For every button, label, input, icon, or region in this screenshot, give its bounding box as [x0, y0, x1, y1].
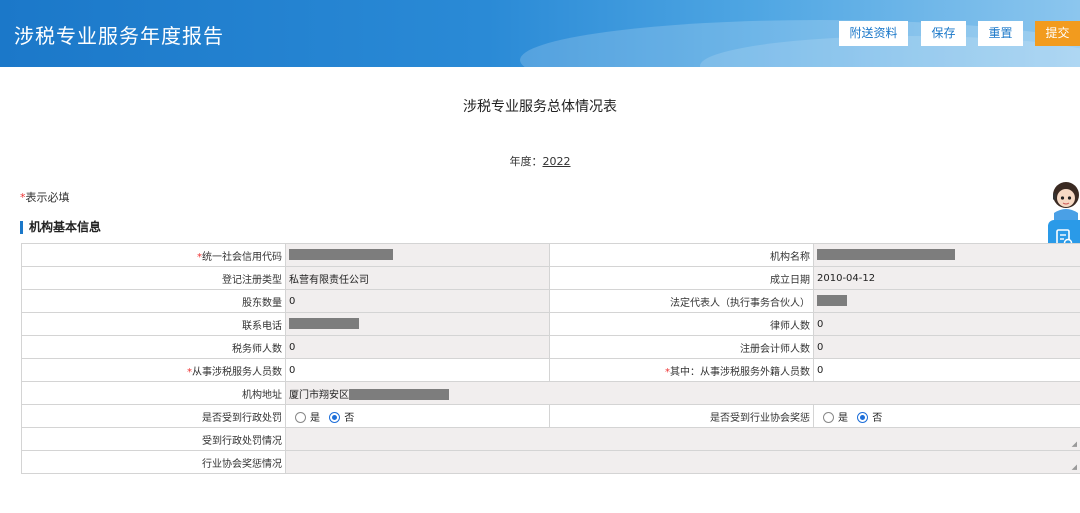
- save-button[interactable]: 保存: [921, 21, 966, 46]
- tax-agents-value: 0: [285, 335, 550, 359]
- table-row: 税务师人数 0 注册会计师人数 0: [21, 335, 1080, 359]
- lawyers-value: 0: [813, 312, 1080, 336]
- penalty-radio-group: 是 否: [285, 404, 550, 428]
- award-yes-radio[interactable]: [823, 412, 834, 423]
- shareholders-label: 股东数量: [21, 289, 286, 313]
- table-row: 受到行政处罚情况 ◢: [21, 427, 1080, 451]
- table-row: 行业协会奖惩情况 ◢: [21, 450, 1080, 474]
- year-label: 年度：: [509, 155, 543, 168]
- award-detail-textarea[interactable]: ◢: [285, 450, 1080, 474]
- penalty-detail-label: 受到行政处罚情况: [21, 427, 286, 451]
- radio-label-yes: 是: [838, 412, 848, 424]
- staff-label: *从事涉税服务人员数: [21, 358, 286, 382]
- reg-type-label: 登记注册类型: [21, 266, 286, 290]
- submit-button[interactable]: 提交: [1035, 21, 1080, 46]
- year-value[interactable]: 2022: [543, 155, 571, 168]
- phone-field[interactable]: [285, 312, 550, 336]
- redacted-value: [349, 389, 449, 400]
- legal-rep-field[interactable]: [813, 289, 1080, 313]
- org-name-field[interactable]: [813, 243, 1080, 267]
- table-row: 联系电话 律师人数 0: [21, 312, 1080, 336]
- resize-handle-icon[interactable]: ◢: [1072, 440, 1077, 448]
- table-row: 登记注册类型 私营有限责任公司 成立日期 2010-04-12: [21, 266, 1080, 290]
- shareholders-value: 0: [285, 289, 550, 313]
- credit-code-field[interactable]: [285, 243, 550, 267]
- foreign-staff-label: *其中：从事涉税服务外籍人员数: [549, 358, 814, 382]
- section-title: 机构基本信息: [20, 221, 101, 234]
- radio-label-no: 否: [344, 412, 355, 424]
- foreign-staff-label-text: 其中：从事涉税服务外籍人员数: [670, 366, 810, 378]
- table-row: *从事涉税服务人员数 0 *其中：从事涉税服务外籍人员数 0: [21, 358, 1080, 382]
- credit-code-label-text: 统一社会信用代码: [202, 251, 282, 263]
- org-info-table: *统一社会信用代码 机构名称 登记注册类型 私营有限责任公司 成立日期 2010…: [21, 243, 1080, 474]
- penalty-no-radio[interactable]: [329, 412, 341, 423]
- award-detail-label: 行业协会奖惩情况: [21, 450, 286, 474]
- resize-handle-icon[interactable]: ◢: [1072, 463, 1077, 471]
- table-row: 机构地址 厦门市翔安区: [21, 381, 1080, 405]
- radio-label-no: 否: [872, 412, 883, 424]
- found-date-label: 成立日期: [549, 266, 814, 290]
- penalty-detail-textarea[interactable]: ◢: [285, 427, 1080, 451]
- reg-type-value: 私营有限责任公司: [285, 266, 550, 290]
- redacted-value: [817, 295, 847, 307]
- customer-service-avatar-icon[interactable]: [1048, 179, 1080, 221]
- redacted-value: [289, 249, 393, 261]
- required-note-text: 表示必填: [25, 191, 70, 204]
- address-value: 厦门市翔安区: [289, 389, 349, 401]
- redacted-value: [289, 318, 359, 330]
- table-row: *统一社会信用代码 机构名称: [21, 243, 1080, 267]
- award-label: 是否受到行业协会奖惩: [549, 404, 814, 428]
- staff-input[interactable]: 0: [285, 358, 550, 382]
- cpa-label: 注册会计师人数: [549, 335, 814, 359]
- award-no-radio[interactable]: [857, 412, 869, 423]
- address-label: 机构地址: [21, 381, 286, 405]
- reset-button[interactable]: 重置: [978, 21, 1023, 46]
- staff-label-text: 从事涉税服务人员数: [192, 366, 282, 378]
- page-title: 涉税专业服务年度报告: [14, 24, 224, 48]
- penalty-yes-radio[interactable]: [295, 412, 306, 423]
- year-line: 年度：2022: [0, 153, 1080, 169]
- legal-rep-label: 法定代表人（执行事务合伙人）: [549, 289, 814, 313]
- app-header: 涉税专业服务年度报告 附送资料 保存 重置 提交: [0, 0, 1080, 67]
- table-row: 股东数量 0 法定代表人（执行事务合伙人）: [21, 289, 1080, 313]
- award-radio-group: 是 否: [813, 404, 1080, 428]
- org-name-label: 机构名称: [549, 243, 814, 267]
- form-title: 涉税专业服务总体情况表: [463, 99, 617, 115]
- penalty-label: 是否受到行政处罚: [21, 404, 286, 428]
- lawyers-label: 律师人数: [549, 312, 814, 336]
- required-note: *表示必填: [20, 189, 70, 205]
- table-row: 是否受到行政处罚 是 否 是否受到行业协会奖惩 是 否: [21, 404, 1080, 428]
- tax-agents-label: 税务师人数: [21, 335, 286, 359]
- redacted-value: [817, 249, 955, 261]
- attach-materials-button[interactable]: 附送资料: [839, 21, 908, 46]
- found-date-value: 2010-04-12: [813, 266, 1080, 290]
- foreign-staff-input[interactable]: 0: [813, 358, 1080, 382]
- radio-label-yes: 是: [310, 412, 320, 424]
- phone-label: 联系电话: [21, 312, 286, 336]
- credit-code-label: *统一社会信用代码: [21, 243, 286, 267]
- cpa-value: 0: [813, 335, 1080, 359]
- address-field[interactable]: 厦门市翔安区: [285, 381, 1080, 405]
